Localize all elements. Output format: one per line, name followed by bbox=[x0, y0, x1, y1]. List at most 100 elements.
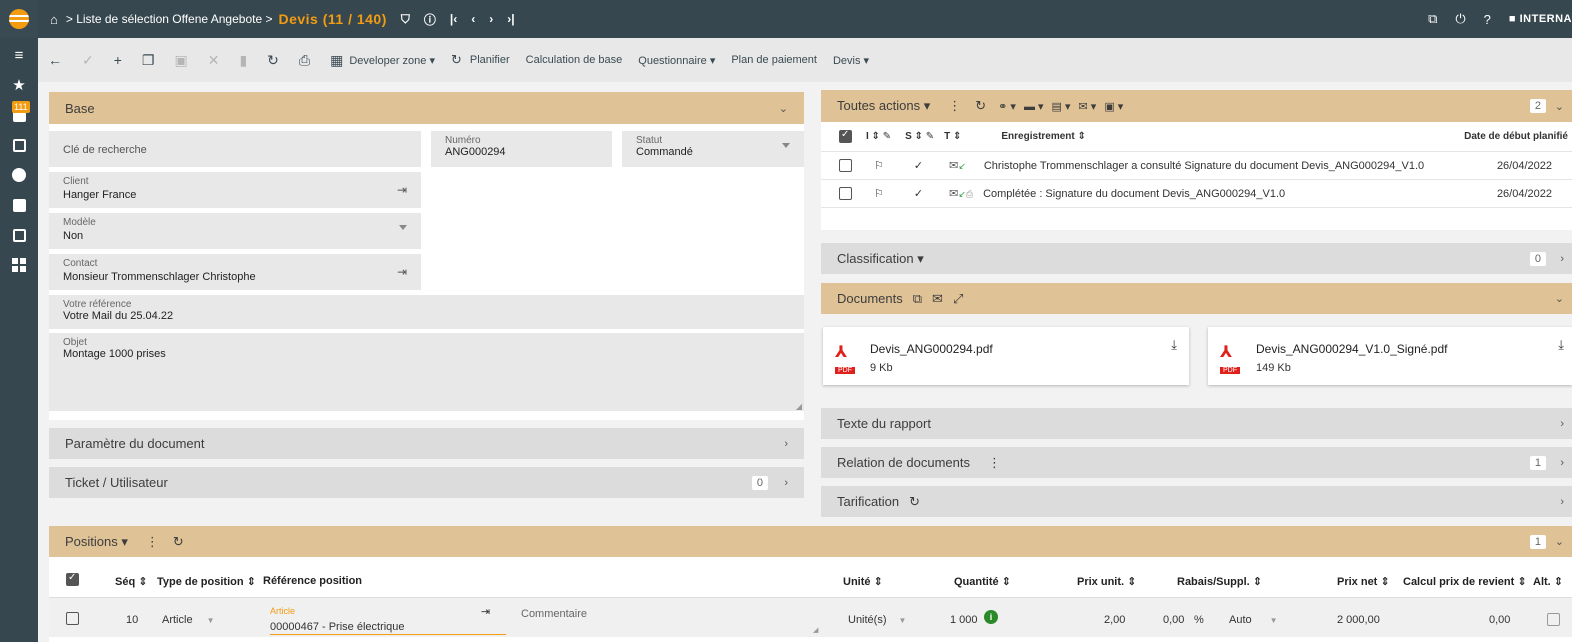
open-link-icon[interactable]: ⇥ bbox=[481, 605, 490, 618]
back-icon[interactable]: ← bbox=[48, 52, 62, 68]
prev-record-icon[interactable]: ‹ bbox=[471, 12, 475, 26]
alt-checkbox[interactable] bbox=[1547, 613, 1560, 626]
planifier-icon[interactable]: ↻ bbox=[451, 52, 462, 68]
col-ref[interactable]: Référence position bbox=[263, 575, 362, 587]
flag-icon[interactable]: ⚐ bbox=[874, 159, 884, 172]
app-logo[interactable] bbox=[0, 0, 38, 38]
col-date[interactable]: Date de début planifié bbox=[1464, 131, 1568, 142]
resize-handle[interactable]: ◢ bbox=[813, 626, 818, 634]
dropdown-arrow-icon[interactable] bbox=[399, 225, 407, 230]
texte-rapport-panel[interactable]: Texte du rapport › bbox=[821, 408, 1572, 439]
chevron-right-icon[interactable]: › bbox=[784, 438, 788, 450]
ticket-header[interactable]: Ticket / Utilisateur 0 › bbox=[49, 467, 804, 498]
download-icon[interactable]: ⤓ bbox=[1171, 337, 1177, 353]
mail-icon[interactable]: ✉ ▾ bbox=[1079, 100, 1097, 113]
layout-icon[interactable]: ▦ bbox=[330, 52, 343, 69]
close-icon[interactable]: ✕ bbox=[208, 52, 220, 69]
contacts-icon[interactable] bbox=[0, 190, 38, 220]
calculation-button[interactable]: Calculation de base bbox=[526, 54, 623, 66]
chevron-down-icon[interactable]: ⌄ bbox=[1555, 535, 1564, 548]
commentaire-field[interactable]: Commentaire bbox=[521, 608, 587, 620]
external-link-icon[interactable]: ⧉ bbox=[1428, 11, 1437, 27]
client-field[interactable]: Client Hanger France ⇥ bbox=[49, 172, 421, 208]
row-checkbox[interactable] bbox=[839, 187, 852, 200]
add-icon[interactable]: + bbox=[114, 52, 122, 68]
prix-unit-value[interactable]: 2,00 bbox=[1104, 614, 1125, 626]
open-link-icon[interactable]: ⇥ bbox=[397, 183, 407, 197]
dashboard-icon[interactable] bbox=[0, 250, 38, 280]
chevron-right-icon[interactable]: › bbox=[1560, 496, 1564, 508]
open-link-icon[interactable]: ⇥ bbox=[397, 265, 407, 279]
calendar-icon[interactable] bbox=[0, 130, 38, 160]
table-row[interactable]: ⚐ ✓ ✉↙⎙ Complétée : Signature du documen… bbox=[821, 180, 1572, 208]
chevron-right-icon[interactable]: › bbox=[784, 477, 788, 489]
document-name[interactable]: Devis_ANG000294.pdf bbox=[870, 342, 993, 356]
col-type[interactable]: Type de position ⇕ bbox=[157, 575, 256, 588]
document-card[interactable]: ⅄ PDF Devis_ANG000294.pdf 9 Kb ⤓ bbox=[823, 327, 1189, 385]
classification-header[interactable]: Classification ▾ 0 › bbox=[821, 243, 1572, 274]
more-vert-icon[interactable]: ⋮ bbox=[988, 455, 1001, 471]
chevron-down-icon[interactable]: ⌄ bbox=[779, 102, 788, 115]
chevron-right-icon[interactable]: › bbox=[1560, 253, 1564, 265]
resize-handle[interactable]: ◢ bbox=[796, 402, 802, 411]
contact-field[interactable]: Contact Monsieur Trommenschlager Christo… bbox=[49, 254, 421, 290]
numero-field[interactable]: Numéro ANG000294 bbox=[431, 131, 612, 167]
chevron-down-icon[interactable]: ⌄ bbox=[1555, 292, 1564, 305]
row-checkbox[interactable] bbox=[66, 612, 79, 625]
user-menu[interactable]: ■ INTERNA bbox=[1509, 13, 1572, 25]
texte-rapport-header[interactable]: Texte du rapport › bbox=[821, 408, 1572, 439]
col-i[interactable]: I ⇕ ✎ bbox=[866, 131, 891, 142]
quantite-value[interactable]: 1 000 bbox=[950, 614, 978, 626]
ticket-panel[interactable]: Ticket / Utilisateur 0 › bbox=[49, 467, 804, 498]
planifier-button[interactable]: Planifier bbox=[470, 54, 510, 66]
statut-field[interactable]: Statut Commandé bbox=[622, 131, 804, 167]
auto-select[interactable]: Auto ▼ bbox=[1229, 614, 1278, 626]
ref-input[interactable]: 00000467 - Prise électrique bbox=[270, 621, 506, 635]
chevron-right-icon[interactable]: › bbox=[1560, 457, 1564, 469]
reference-field[interactable]: Votre référence Votre Mail du 25.04.22 bbox=[49, 295, 804, 329]
copy-icon[interactable]: ❐ bbox=[142, 52, 155, 69]
col-s[interactable]: S ⇕ ✎ bbox=[905, 131, 934, 142]
actions-menu[interactable]: Toutes actions ▾ bbox=[837, 98, 930, 114]
tasks-icon[interactable] bbox=[0, 160, 38, 190]
inbox-icon[interactable]: 111 bbox=[0, 100, 38, 130]
objet-field[interactable]: Objet Montage 1000 prises ◢ bbox=[49, 333, 804, 411]
unite-select[interactable]: Unité(s) ▼ bbox=[848, 614, 906, 626]
help-icon[interactable]: ? bbox=[1484, 12, 1491, 27]
relation-header[interactable]: Relation de documents ⋮ 1 › bbox=[821, 447, 1572, 478]
col-alt[interactable]: Alt. ⇕ bbox=[1533, 575, 1563, 588]
document-icon[interactable]: ▤ ▾ bbox=[1052, 100, 1071, 113]
external-link-icon[interactable]: ⧉ bbox=[913, 291, 922, 307]
relation-panel[interactable]: Relation de documents ⋮ 1 › bbox=[821, 447, 1572, 478]
select-all-checkbox[interactable] bbox=[66, 572, 79, 586]
breadcrumb[interactable]: > Liste de sélection Offene Angebote > bbox=[66, 12, 273, 26]
col-seq[interactable]: Séq ⇕ bbox=[115, 575, 147, 588]
download-icon[interactable]: ⤓ bbox=[1558, 337, 1564, 353]
last-record-icon[interactable]: ›| bbox=[507, 12, 514, 26]
classification-menu[interactable]: Classification ▾ bbox=[837, 251, 924, 267]
refresh-icon[interactable]: ↻ bbox=[173, 534, 184, 550]
check-icon[interactable]: ✓ bbox=[82, 52, 94, 69]
refresh-icon[interactable]: ↻ bbox=[909, 494, 920, 510]
home-icon[interactable]: ⌂ bbox=[50, 12, 58, 27]
col-enregistrement[interactable]: Enregistrement ⇕ bbox=[1001, 131, 1086, 142]
classification-panel[interactable]: Classification ▾ 0 › bbox=[821, 243, 1572, 274]
menu-icon[interactable]: ≡ bbox=[0, 40, 38, 70]
tarification-panel[interactable]: Tarification ↻ › bbox=[821, 486, 1572, 517]
col-calcul[interactable]: Calcul prix de revient ⇕ bbox=[1403, 575, 1527, 588]
save-icon[interactable]: ▣ bbox=[174, 52, 187, 69]
power-icon[interactable]: ⏻ bbox=[1455, 11, 1465, 27]
type-select[interactable]: Article ▼ bbox=[162, 614, 214, 626]
next-record-icon[interactable]: › bbox=[489, 12, 493, 26]
col-unite[interactable]: Unité ⇕ bbox=[843, 575, 883, 588]
base-header[interactable]: Base ⌄ bbox=[49, 92, 804, 124]
briefcase-icon[interactable]: ▬ ▾ bbox=[1024, 100, 1044, 113]
more-vert-icon[interactable]: ⋮ bbox=[146, 534, 159, 550]
param-doc-header[interactable]: Paramètre du document › bbox=[49, 428, 804, 459]
questionnaire-menu[interactable]: Questionnaire ▾ bbox=[638, 54, 715, 67]
refresh-icon[interactable]: ↻ bbox=[267, 52, 279, 69]
param-doc-panel[interactable]: Paramètre du document › bbox=[49, 428, 804, 459]
info-icon[interactable]: ⓘ bbox=[424, 11, 436, 28]
developer-zone-menu[interactable]: Developer zone ▾ bbox=[349, 54, 435, 67]
select-all-checkbox[interactable] bbox=[839, 129, 852, 143]
